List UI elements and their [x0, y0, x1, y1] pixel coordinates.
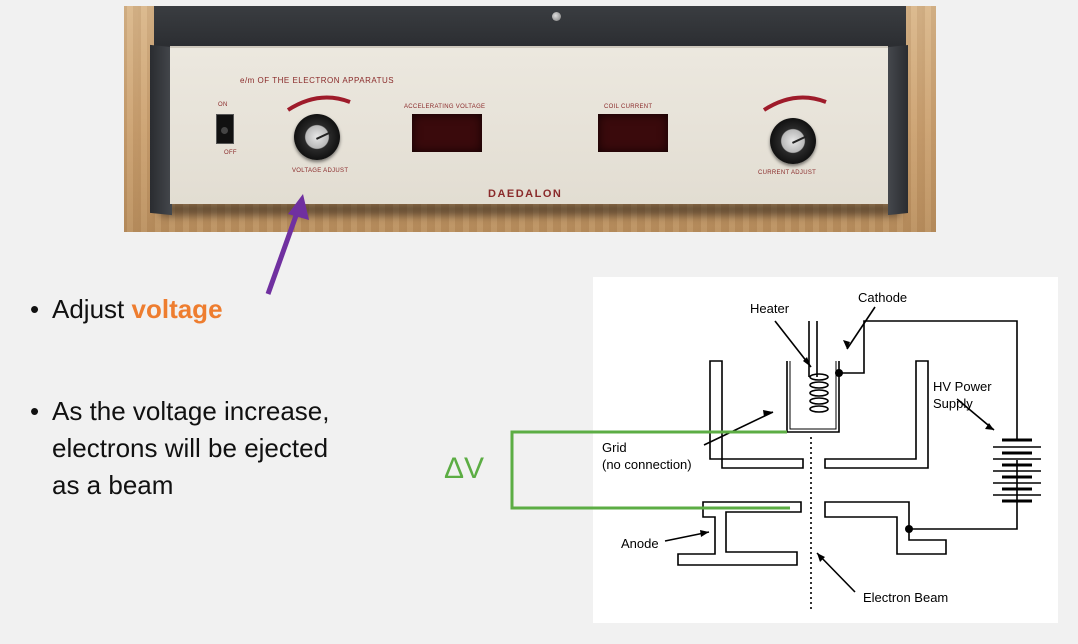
heater-label: Heater	[750, 301, 790, 316]
arrow-shaft	[265, 209, 301, 295]
bullet-prefix: Adjust	[52, 294, 132, 324]
electron-gun-diagram: Heater Cathode HV Power Supply Grid (no …	[593, 277, 1058, 623]
highlight-voltage: voltage	[131, 294, 223, 324]
bullet-text: Adjust voltage	[52, 291, 223, 328]
anode-label: Anode	[621, 536, 659, 551]
cathode-label: Cathode	[858, 290, 907, 305]
grid-label: Grid	[602, 440, 627, 455]
arrow-icon	[288, 194, 309, 220]
bullet-line-1: As the voltage increase,	[52, 396, 330, 426]
delta-v-label: ΔV	[444, 452, 485, 485]
grid-note-label: (no connection)	[602, 457, 692, 472]
bullet-dot: •	[30, 294, 40, 324]
heater-coil	[809, 373, 829, 413]
electron-beam-label: Electron Beam	[863, 590, 948, 605]
bullet-dot: •	[30, 396, 40, 426]
bullet-line-2: electrons will be ejected	[52, 433, 329, 463]
supply-label: Supply	[933, 396, 973, 411]
hv-power-label: HV Power	[933, 379, 992, 394]
bullet-line-3: as a beam	[52, 470, 174, 500]
diagram-svg: Heater Cathode HV Power Supply Grid (no …	[602, 290, 1041, 610]
